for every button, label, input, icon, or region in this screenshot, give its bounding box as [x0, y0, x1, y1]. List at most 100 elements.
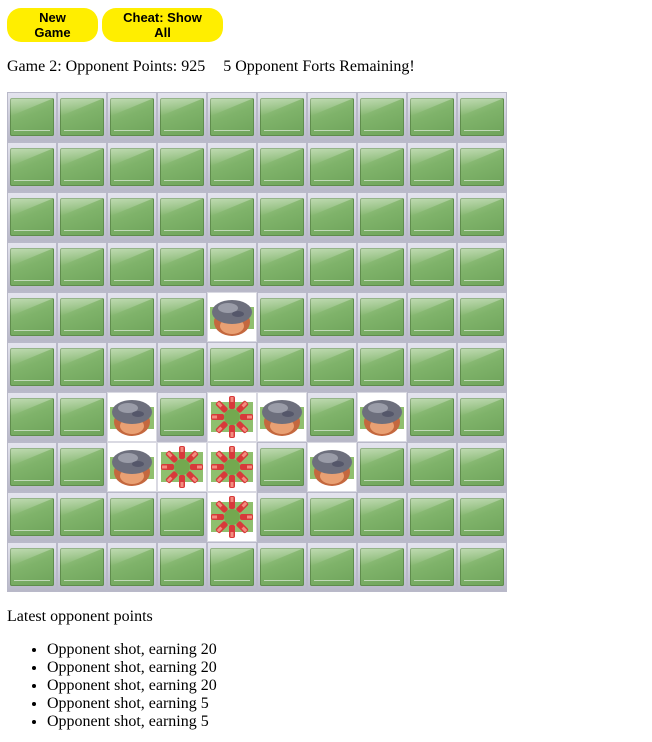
board-cell-hidden[interactable]	[257, 492, 307, 542]
board-cell-hidden[interactable]	[457, 542, 507, 592]
board-cell-hidden[interactable]	[457, 492, 507, 542]
board-cell-hidden[interactable]	[407, 242, 457, 292]
board-cell-hidden[interactable]	[57, 142, 107, 192]
board-cell-hidden[interactable]	[7, 392, 57, 442]
board-cell-hidden[interactable]	[57, 292, 107, 342]
board-cell-hidden[interactable]	[357, 342, 407, 392]
board-cell-hidden[interactable]	[257, 142, 307, 192]
board-cell-hidden[interactable]	[207, 342, 257, 392]
board-cell-hidden[interactable]	[257, 292, 307, 342]
board-cell-hidden[interactable]	[357, 492, 407, 542]
board-cell-hidden[interactable]	[457, 292, 507, 342]
board-cell-hidden[interactable]	[457, 342, 507, 392]
board-cell-hidden[interactable]	[457, 442, 507, 492]
board-cell-hidden[interactable]	[7, 442, 57, 492]
board-cell-hidden[interactable]	[407, 92, 457, 142]
board-cell-hidden[interactable]	[157, 192, 207, 242]
board-cell-hidden[interactable]	[257, 92, 307, 142]
board-cell-hidden[interactable]	[157, 542, 207, 592]
board-cell-hidden[interactable]	[207, 242, 257, 292]
board-cell-hit[interactable]	[207, 492, 257, 542]
board-cell-hidden[interactable]	[257, 442, 307, 492]
board-cell-hidden[interactable]	[7, 242, 57, 292]
board-cell-hidden[interactable]	[457, 242, 507, 292]
board-cell-hidden[interactable]	[157, 492, 207, 542]
board-cell-hit[interactable]	[157, 442, 207, 492]
board-cell-hidden[interactable]	[107, 142, 157, 192]
board-cell-hidden[interactable]	[157, 92, 207, 142]
board-cell-hidden[interactable]	[407, 342, 457, 392]
board-cell-hidden[interactable]	[107, 492, 157, 542]
board-cell-fort[interactable]	[107, 442, 157, 492]
board-cell-hidden[interactable]	[357, 92, 407, 142]
board-cell-hidden[interactable]	[257, 542, 307, 592]
board-cell-hidden[interactable]	[307, 392, 357, 442]
board-cell-hidden[interactable]	[357, 292, 407, 342]
board-cell-hidden[interactable]	[357, 142, 407, 192]
board-cell-hidden[interactable]	[407, 192, 457, 242]
board-cell-hidden[interactable]	[107, 292, 157, 342]
board-cell-fort[interactable]	[257, 392, 307, 442]
board-cell-hidden[interactable]	[7, 192, 57, 242]
board-cell-hidden[interactable]	[107, 342, 157, 392]
board-cell-hidden[interactable]	[57, 342, 107, 392]
board-cell-hidden[interactable]	[157, 342, 207, 392]
board-cell-hidden[interactable]	[157, 292, 207, 342]
board-cell-hidden[interactable]	[57, 442, 107, 492]
board-cell-hidden[interactable]	[307, 292, 357, 342]
board-cell-hidden[interactable]	[307, 242, 357, 292]
board-cell-hidden[interactable]	[357, 442, 407, 492]
board-cell-hidden[interactable]	[307, 92, 357, 142]
board-cell-hidden[interactable]	[407, 442, 457, 492]
board-cell-hidden[interactable]	[257, 192, 307, 242]
cheat-show-all-button[interactable]: Cheat: Show All	[102, 8, 223, 42]
board-cell-hidden[interactable]	[107, 192, 157, 242]
board-cell-hidden[interactable]	[307, 342, 357, 392]
board-cell-hidden[interactable]	[7, 542, 57, 592]
board-cell-hidden[interactable]	[157, 142, 207, 192]
board-cell-hidden[interactable]	[7, 92, 57, 142]
board-cell-hidden[interactable]	[7, 292, 57, 342]
board-cell-hidden[interactable]	[457, 392, 507, 442]
board-cell-hidden[interactable]	[207, 542, 257, 592]
board-cell-hidden[interactable]	[107, 242, 157, 292]
board-cell-hidden[interactable]	[407, 492, 457, 542]
board-cell-hidden[interactable]	[57, 392, 107, 442]
board-cell-hidden[interactable]	[57, 192, 107, 242]
board-cell-hidden[interactable]	[157, 242, 207, 292]
board-cell-hidden[interactable]	[357, 542, 407, 592]
board-cell-hit[interactable]	[207, 392, 257, 442]
board-cell-hidden[interactable]	[107, 92, 157, 142]
board-cell-hidden[interactable]	[207, 192, 257, 242]
board-cell-hidden[interactable]	[57, 542, 107, 592]
board-cell-hidden[interactable]	[357, 192, 407, 242]
board-cell-hidden[interactable]	[7, 492, 57, 542]
board-cell-hidden[interactable]	[307, 542, 357, 592]
board-cell-hidden[interactable]	[7, 342, 57, 392]
board-cell-hidden[interactable]	[157, 392, 207, 442]
board-cell-hidden[interactable]	[57, 92, 107, 142]
board-cell-hidden[interactable]	[407, 392, 457, 442]
board-cell-hidden[interactable]	[457, 192, 507, 242]
board-cell-hidden[interactable]	[257, 242, 307, 292]
board-cell-hidden[interactable]	[407, 542, 457, 592]
board-cell-hidden[interactable]	[207, 142, 257, 192]
board-cell-fort[interactable]	[357, 392, 407, 442]
board-cell-hidden[interactable]	[207, 92, 257, 142]
board-cell-hidden[interactable]	[357, 242, 407, 292]
board-cell-hidden[interactable]	[7, 142, 57, 192]
board-cell-hidden[interactable]	[307, 192, 357, 242]
board-cell-hidden[interactable]	[57, 492, 107, 542]
new-game-button[interactable]: New Game	[7, 8, 98, 42]
board-cell-hidden[interactable]	[107, 542, 157, 592]
board-cell-hidden[interactable]	[457, 92, 507, 142]
board-cell-hidden[interactable]	[407, 142, 457, 192]
board-cell-fort[interactable]	[207, 292, 257, 342]
board-cell-hit[interactable]	[207, 442, 257, 492]
board-cell-hidden[interactable]	[307, 142, 357, 192]
board-cell-hidden[interactable]	[257, 342, 307, 392]
board-cell-hidden[interactable]	[57, 242, 107, 292]
board-cell-fort[interactable]	[107, 392, 157, 442]
board-cell-hidden[interactable]	[407, 292, 457, 342]
board-cell-fort[interactable]	[307, 442, 357, 492]
